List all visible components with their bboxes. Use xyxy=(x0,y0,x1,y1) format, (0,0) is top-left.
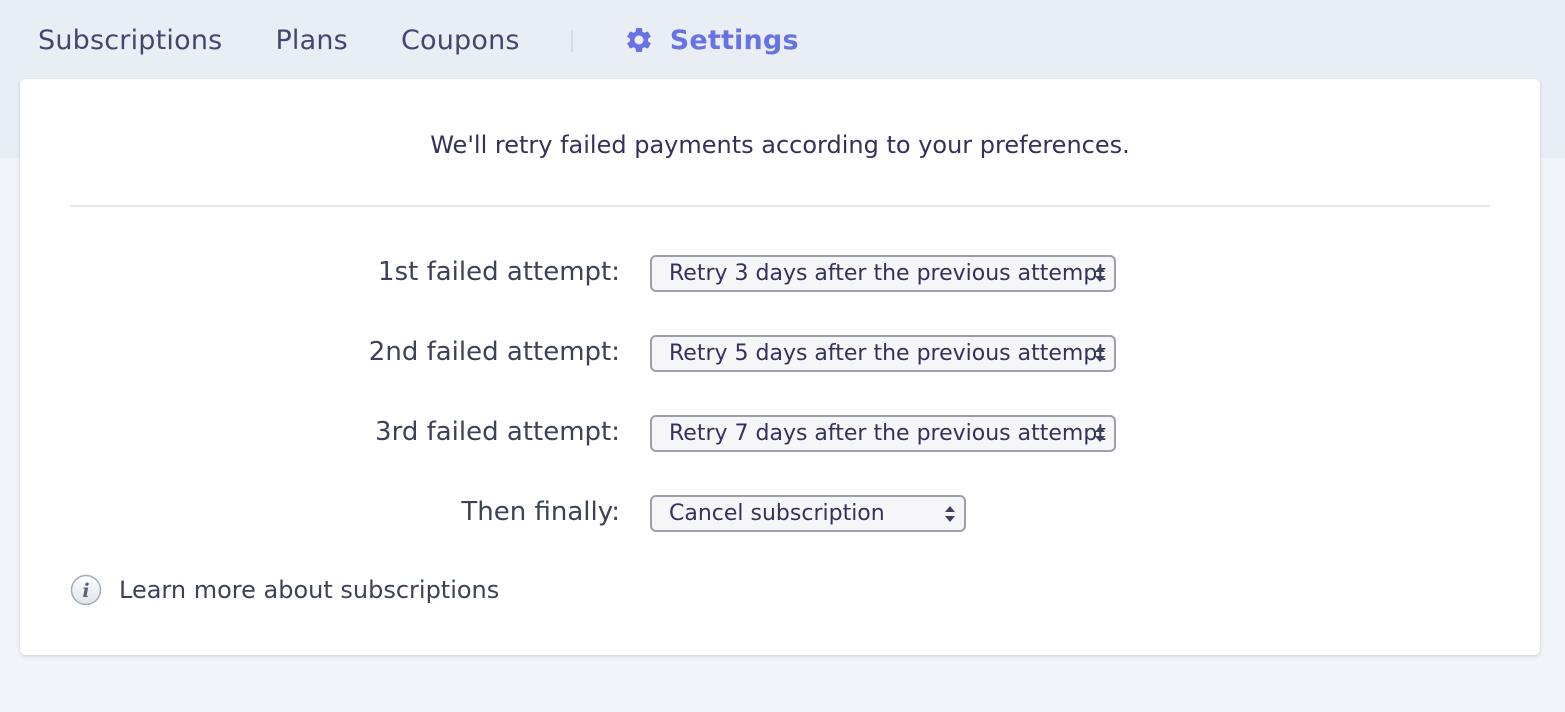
intro-text: We'll retry failed payments according to… xyxy=(430,131,1130,159)
retry-row-1: 1st failed attempt: Retry 3 days after t… xyxy=(20,255,1540,293)
select-value: Cancel subscription xyxy=(669,501,885,526)
select-value: Retry 5 days after the previous attempt xyxy=(669,341,1106,366)
top-nav: Subscriptions Plans Coupons Settings xyxy=(38,0,799,80)
divider xyxy=(70,205,1490,207)
retry-row-3: 3rd failed attempt: Retry 7 days after t… xyxy=(20,415,1540,453)
final-action-select[interactable]: Cancel subscription xyxy=(650,495,966,532)
nav-plans[interactable]: Plans xyxy=(275,25,348,56)
info-icon: i xyxy=(70,574,102,606)
final-action-row: Then finally: Cancel subscription xyxy=(20,495,1540,533)
nav-coupons[interactable]: Coupons xyxy=(401,25,520,56)
retry-settings-card: We'll retry failed payments according to… xyxy=(20,79,1540,655)
retry-1-select[interactable]: Retry 3 days after the previous attempt xyxy=(650,255,1116,292)
select-value: Retry 7 days after the previous attempt xyxy=(669,421,1106,446)
learn-more-label: Learn more about subscriptions xyxy=(119,576,500,604)
nav-settings-label: Settings xyxy=(669,24,799,56)
updown-arrows-icon xyxy=(1095,266,1105,282)
retry-row-2: 2nd failed attempt: Retry 5 days after t… xyxy=(20,335,1540,373)
select-value: Retry 3 days after the previous attempt xyxy=(669,261,1106,286)
nav-subscriptions[interactable]: Subscriptions xyxy=(38,25,222,56)
svg-text:i: i xyxy=(82,580,89,602)
row-label: 2nd failed attempt: xyxy=(368,337,620,367)
row-label: Then finally: xyxy=(461,497,620,527)
nav-separator xyxy=(570,30,573,52)
retry-2-select[interactable]: Retry 5 days after the previous attempt xyxy=(650,335,1116,372)
learn-more-link[interactable]: i Learn more about subscriptions xyxy=(70,574,499,606)
updown-arrows-icon xyxy=(945,506,955,522)
updown-arrows-icon xyxy=(1095,346,1105,362)
row-label: 3rd failed attempt: xyxy=(375,417,620,447)
retry-3-select[interactable]: Retry 7 days after the previous attempt xyxy=(650,415,1116,452)
gear-icon xyxy=(626,27,651,52)
updown-arrows-icon xyxy=(1095,426,1105,442)
row-label: 1st failed attempt: xyxy=(378,257,620,287)
nav-settings[interactable]: Settings xyxy=(624,25,799,56)
